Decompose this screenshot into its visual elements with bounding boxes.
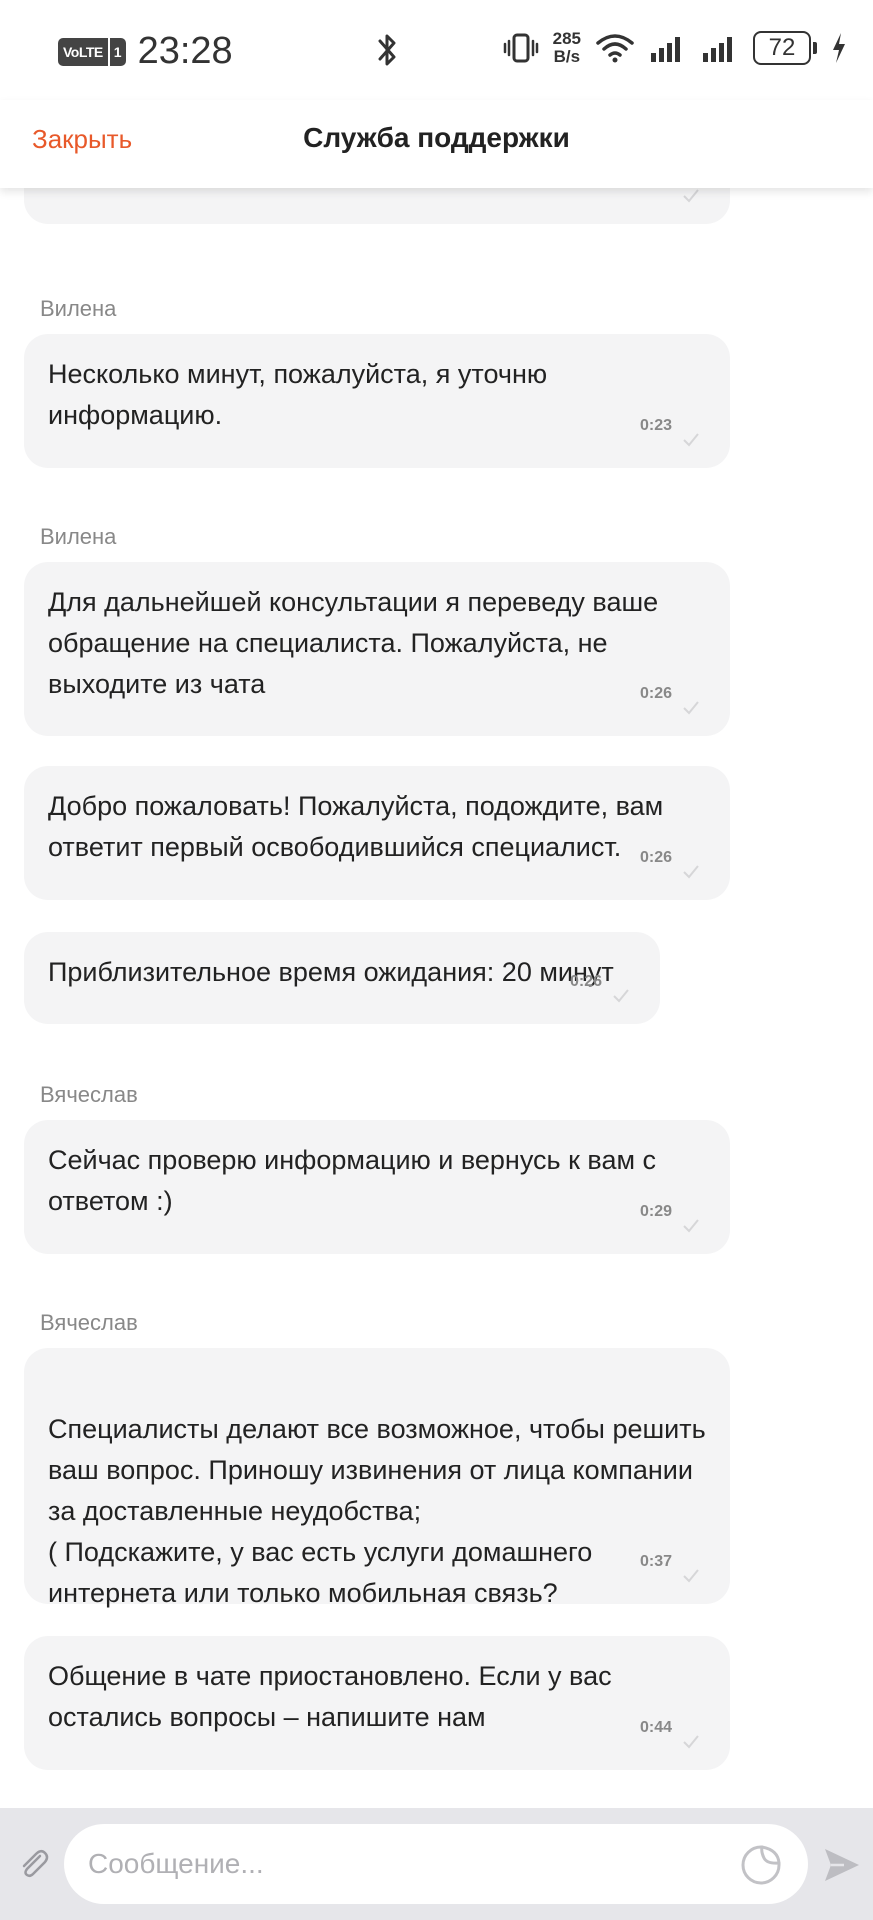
check-icon: [683, 433, 699, 447]
message-time: 0:29: [639, 1203, 672, 1220]
message-input[interactable]: [64, 1824, 808, 1904]
message-group: Вячеслав Специалисты делают все возможно…: [24, 1310, 730, 1608]
signal-icon-2: [703, 37, 732, 62]
status-right: 285 B/s 72: [503, 30, 847, 66]
message-bubble: 0:18: [24, 188, 730, 224]
check-icon: [613, 989, 629, 1003]
message-time: 0:26: [639, 849, 672, 866]
signal-icon-1: [651, 37, 680, 62]
charging-icon: [833, 33, 845, 63]
message-sender: Вилена: [40, 524, 117, 549]
wifi-icon: [596, 34, 634, 63]
message-bubble: Общение в чате приостановлено. Если у ва…: [24, 1636, 730, 1770]
send-icon[interactable]: [822, 1846, 862, 1884]
message-time: 0:18: [640, 188, 672, 202]
network-speed: 285 B/s: [553, 30, 581, 66]
bluetooth-icon: [378, 34, 396, 66]
message-text: Сейчас проверю информацию и вернусь к ва…: [48, 1145, 657, 1216]
message-sender: Вилена: [40, 296, 117, 321]
message-bubble: Несколько минут, пожалуйста, я уточню ин…: [24, 334, 730, 468]
message-group: Общение в чате приостановлено. Если у ва…: [24, 1636, 730, 1770]
message-text: Общение в чате приостановлено. Если у ва…: [48, 1661, 612, 1732]
message-time: 0:26: [569, 973, 602, 990]
message-input-bar: [0, 1808, 873, 1920]
check-icon: [683, 701, 699, 715]
message-sender: Вячеслав: [40, 1310, 138, 1335]
sim-label: 1: [109, 37, 126, 66]
status-left: VoLTE 1 23:28: [58, 30, 233, 73]
chat-header: Закрыть Служба поддержки: [0, 100, 873, 188]
message-time: 0:23: [639, 417, 672, 434]
message-time: 0:26: [639, 685, 672, 702]
message-bubble: Сейчас проверю информацию и вернусь к ва…: [24, 1120, 730, 1254]
check-icon: [683, 189, 699, 203]
paperclip-icon[interactable]: [16, 1846, 52, 1882]
check-icon: [683, 1219, 699, 1233]
chat-messages[interactable]: 0:18 Вилена Несколько минут, пожалуйста,…: [0, 188, 873, 1808]
volte-label: VoLTE: [58, 37, 108, 66]
network-speed-value: 285: [552, 29, 581, 48]
message-time: 0:44: [639, 1719, 672, 1736]
message-text: Для дальнейшей консультации я переведу в…: [48, 587, 659, 699]
message-text: Приблизительное время ожидания: 20 минут: [48, 957, 614, 987]
message-bubble: Для дальнейшей консультации я переведу в…: [24, 562, 730, 736]
message-group: Приблизительное время ожидания: 20 минут…: [24, 932, 660, 1024]
message-group: Вячеслав Сейчас проверю информацию и вер…: [24, 1082, 730, 1254]
check-icon: [683, 865, 699, 879]
check-icon: [683, 1569, 699, 1583]
battery-level: 72: [753, 31, 811, 65]
message-bubble: Приблизительное время ожидания: 20 минут…: [24, 932, 660, 1024]
message-bubble: Специалисты делают все возможное, чтобы …: [24, 1348, 730, 1608]
message-text: Специалисты делают все возможное, чтобы …: [48, 1414, 706, 1608]
check-icon: [683, 1735, 699, 1749]
volte-icon: VoLTE 1: [58, 36, 126, 68]
battery-icon: 72: [753, 31, 817, 65]
message-group: Добро пожаловать! Пожалуйста, подождите,…: [24, 766, 730, 900]
status-time: 23:28: [137, 30, 233, 72]
vibrate-icon: [503, 33, 538, 63]
message-group: Вилена Для дальнейшей консультации я пер…: [24, 524, 730, 736]
status-bar: VoLTE 1 23:28 285 B/s 72: [0, 0, 873, 100]
message-sender: Вячеслав: [40, 1082, 138, 1107]
message-time: 0:37: [639, 1553, 672, 1570]
message-group: 0:18: [24, 188, 730, 224]
message-bubble: Добро пожаловать! Пожалуйста, подождите,…: [24, 766, 730, 900]
message-text: Добро пожаловать! Пожалуйста, подождите,…: [48, 791, 664, 862]
page-title: Служба поддержки: [303, 122, 570, 153]
message-group: Вилена Несколько минут, пожалуйста, я ут…: [24, 296, 730, 468]
sticker-icon[interactable]: [740, 1844, 782, 1886]
network-speed-unit: B/s: [553, 47, 581, 66]
message-text: Несколько минут, пожалуйста, я уточню ин…: [48, 359, 548, 430]
